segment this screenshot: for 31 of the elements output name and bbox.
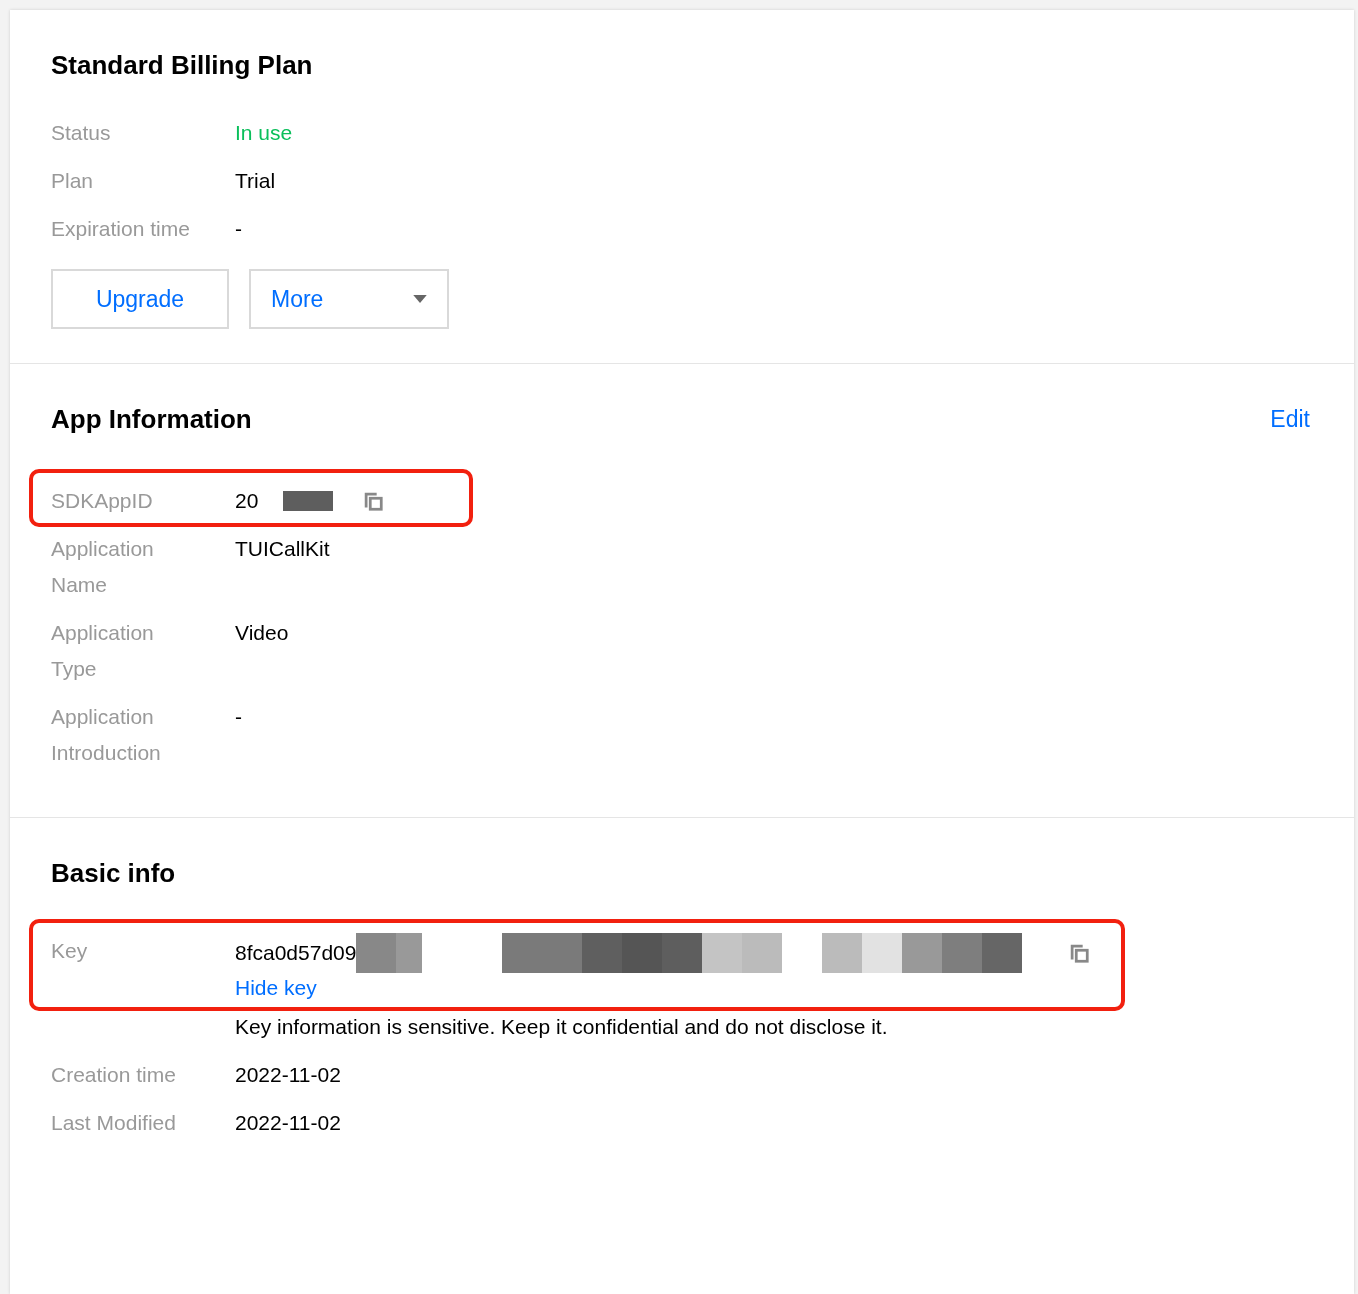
field-label: Application Name bbox=[51, 536, 155, 598]
field-value: Video bbox=[235, 620, 289, 646]
field-value: 20 bbox=[235, 488, 259, 514]
field-value: 2022-11-02 bbox=[235, 1062, 341, 1088]
section-title: Basic info bbox=[51, 858, 176, 889]
field-label: Plan bbox=[51, 168, 95, 194]
field-label: SDKAppID bbox=[51, 488, 154, 514]
field-label: Creation time bbox=[51, 1062, 177, 1088]
field-label: Application Introduction bbox=[51, 704, 162, 766]
section-title: Standard Billing Plan bbox=[51, 50, 313, 81]
field-label: Status bbox=[51, 120, 112, 146]
section-title: App Information bbox=[51, 404, 252, 435]
status-value: In use bbox=[235, 120, 293, 146]
field-label: Application Type bbox=[51, 620, 155, 682]
field-value: - bbox=[235, 216, 242, 242]
field-value: TUICallKit bbox=[235, 536, 330, 562]
field-label: Key bbox=[51, 938, 89, 964]
copy-icon[interactable] bbox=[362, 490, 385, 512]
caret-icon bbox=[413, 294, 427, 304]
edit-link[interactable]: Edit bbox=[1270, 406, 1310, 433]
upgrade-button[interactable]: Upgrade bbox=[51, 269, 229, 329]
more-dropdown[interactable]: More bbox=[249, 269, 449, 329]
field-value: 2022-11-02 bbox=[235, 1110, 341, 1136]
hide-key-link[interactable]: Hide key bbox=[235, 973, 1091, 1003]
field-label: Expiration time bbox=[51, 216, 191, 242]
key-value: 8fca0d57d09 bbox=[235, 940, 357, 966]
field-label: Last Modified bbox=[51, 1110, 177, 1136]
copy-icon[interactable] bbox=[1068, 942, 1091, 964]
field-value: Trial bbox=[235, 168, 276, 194]
warning-text: Key information is sensitive. Keep it confidential and do not disclose it. bbox=[235, 1014, 888, 1040]
field-value: - bbox=[235, 704, 242, 730]
